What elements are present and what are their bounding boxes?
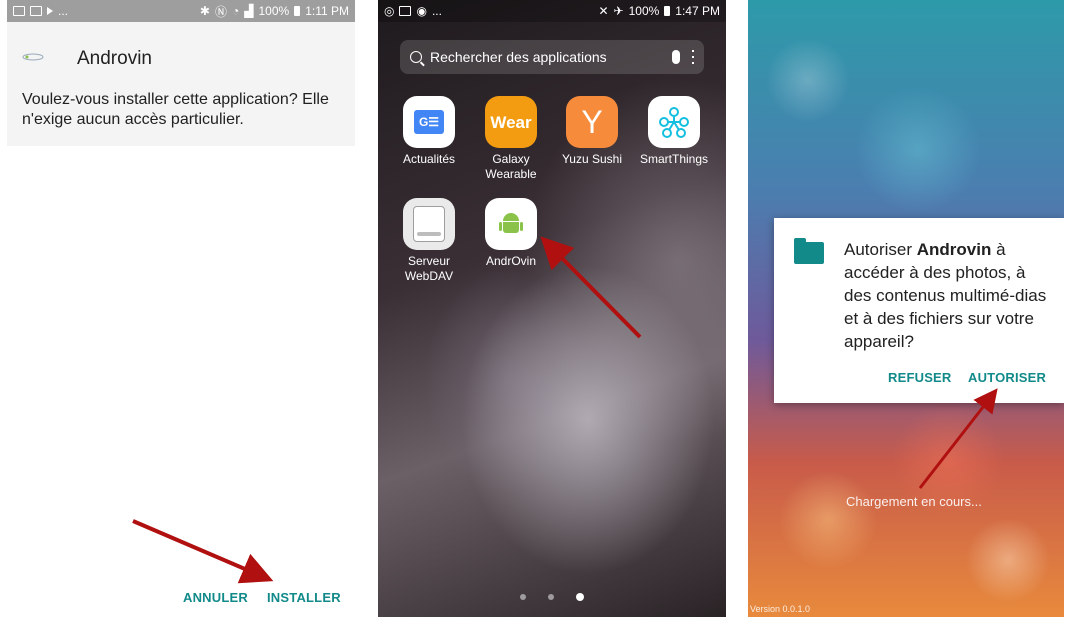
version-text: Version 0.0.1.0 <box>750 604 811 614</box>
status-time: 1:11 PM <box>305 4 349 18</box>
status-bar: ... ✱ Ⓝ ◔ ▟ 100% 1:11 PM <box>7 0 355 22</box>
app-label: Serveur WebDAV <box>404 254 454 283</box>
battery-percent: 100% <box>258 4 290 18</box>
app-yuzu-sushi[interactable]: Y Yuzu Sushi <box>552 96 632 167</box>
bluetooth-icon: ✱ <box>199 4 210 18</box>
app-label: Actualités <box>402 152 456 166</box>
app-label: AndrOvin <box>485 254 537 268</box>
cancel-button[interactable]: ANNULER <box>183 590 248 605</box>
wallpaper <box>378 0 726 617</box>
app-androvin[interactable]: AndrOvin <box>471 198 551 269</box>
app-title: Androvin <box>77 48 152 69</box>
battery-icon <box>294 6 301 16</box>
app-label: Yuzu Sushi <box>561 152 623 166</box>
more-notifications: ... <box>431 4 442 18</box>
install-button[interactable]: INSTALLER <box>267 590 341 605</box>
card-notification-icon <box>399 6 412 16</box>
page-dot[interactable] <box>520 594 526 600</box>
allow-button[interactable]: AUTORISER <box>968 370 1046 385</box>
mute-icon: ✕ <box>598 4 609 18</box>
wear-icon: Wear <box>485 96 537 148</box>
airplane-icon: ✈ <box>613 4 624 18</box>
search-placeholder: Rechercher des applications <box>430 49 607 65</box>
app-search-bar[interactable]: Rechercher des applications <box>400 40 704 74</box>
image-notification-icon <box>13 6 25 16</box>
play-notification-icon <box>47 7 53 15</box>
page-dot-active[interactable] <box>576 593 584 601</box>
sync-icon: ◎ <box>384 4 395 18</box>
more-notifications: ... <box>58 4 69 18</box>
wifi-icon: ◔ <box>232 4 240 18</box>
smartthings-icon <box>648 96 700 148</box>
androvin-logo-icon <box>22 53 44 61</box>
microphone-icon[interactable] <box>672 50 680 64</box>
install-body <box>7 146 355 617</box>
app-galaxy-wearable[interactable]: Wear Galaxy Wearable <box>471 96 551 182</box>
battery-icon <box>664 6 671 16</box>
news-icon: G☰ <box>403 96 455 148</box>
permission-dialog: Autoriser Androvin à accéder à des photo… <box>774 218 1064 403</box>
refuse-button[interactable]: REFUSER <box>888 370 952 385</box>
loading-text: Chargement en cours... <box>846 494 982 509</box>
app-label: Galaxy Wearable <box>485 152 537 181</box>
permission-screen: Autoriser Androvin à accéder à des photo… <box>748 0 1064 617</box>
mail-notification-icon <box>30 6 42 16</box>
app-drawer-screen: ◎ ◉ ... ✕ ✈ 100% 1:47 PM Rechercher des … <box>378 0 726 617</box>
app-label: SmartThings <box>639 152 709 166</box>
status-bar: ◎ ◉ ... ✕ ✈ 100% 1:47 PM <box>378 0 726 22</box>
webdav-drive-icon <box>403 198 455 250</box>
app-serveur-webdav[interactable]: Serveur WebDAV <box>389 198 469 284</box>
status-time: 1:47 PM <box>675 4 720 18</box>
folder-icon <box>794 238 824 264</box>
android-robot-icon <box>485 198 537 250</box>
signal-icon: ▟ <box>244 4 254 18</box>
more-options-icon[interactable] <box>692 50 694 64</box>
page-dot[interactable] <box>548 594 554 600</box>
install-question: Voulez-vous installer cette application?… <box>22 91 329 128</box>
account-icon: ◉ <box>416 4 427 18</box>
permission-message: Autoriser Androvin à accéder à des photo… <box>844 240 1047 351</box>
page-indicator[interactable] <box>378 593 726 601</box>
nfc-icon: Ⓝ <box>214 4 227 19</box>
app-smartthings[interactable]: SmartThings <box>634 96 714 167</box>
permission-app-name: Androvin <box>916 240 992 259</box>
install-screen: ... ✱ Ⓝ ◔ ▟ 100% 1:11 PM Androvin Voulez… <box>7 0 355 617</box>
search-icon <box>410 51 422 63</box>
yuzu-icon: Y <box>566 96 618 148</box>
app-actualites[interactable]: G☰ Actualités <box>389 96 469 167</box>
battery-percent: 100% <box>628 4 660 18</box>
